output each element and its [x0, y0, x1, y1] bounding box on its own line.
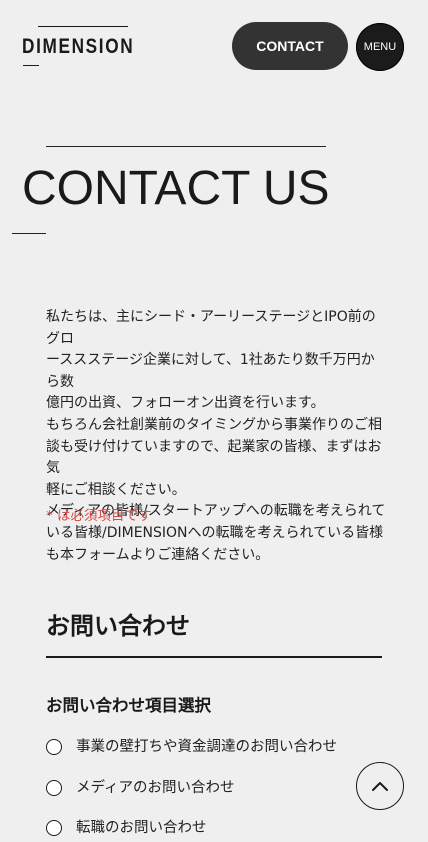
- radio-option-label: 転職のお問い合わせ: [76, 820, 207, 836]
- radio-option-label: メディアのお問い合わせ: [76, 780, 235, 796]
- radio-option-label: 事業の壁打ちや資金調達のお問い合わせ: [76, 739, 337, 755]
- required-note: * は必須項目です: [46, 508, 152, 524]
- inquiry-type-label: お問い合わせ項目選択: [46, 696, 211, 715]
- intro-text: 私たちは、主にシード・アーリーステージとIPO前のグロ ーススステージ企業に対し…: [46, 307, 386, 566]
- menu-button[interactable]: MENU: [356, 23, 404, 71]
- intro-line: 私たちは、主にシード・アーリーステージとIPO前のグロ: [46, 309, 376, 347]
- intro-line: もちろん会社創業前のタイミングから事業作りのご相: [46, 416, 382, 433]
- page-title: CONTACT US: [22, 162, 330, 215]
- intro-line: いる皆様/DIMENSIONへの転職を考えられている皆様: [46, 524, 384, 541]
- radio-circle[interactable]: [46, 780, 62, 796]
- intro-line: 談も受け付けていますので、起業家の皆様、まずはお気: [46, 438, 382, 477]
- logo-line-bottom: [23, 65, 39, 66]
- title-divider-bottom: [12, 233, 46, 234]
- radio-option-career[interactable]: 転職のお問い合わせ: [46, 814, 207, 842]
- radio-option-media[interactable]: メディアのお問い合わせ: [46, 774, 234, 802]
- contact-button-label: CONTACT: [256, 38, 324, 54]
- menu-button-label: MENU: [363, 41, 397, 53]
- intro-line: 軽にご相談ください。: [46, 481, 186, 498]
- chevron-up-icon: [372, 782, 388, 791]
- title-divider-top: [46, 146, 326, 147]
- radio-option-business[interactable]: 事業の壁打ちや資金調達のお問い合わせ: [46, 733, 337, 761]
- intro-line: ーススステージ企業に対して、1社あたり数千万円から数: [46, 352, 375, 390]
- section-divider: [46, 656, 382, 658]
- back-to-top-button[interactable]: [356, 762, 404, 810]
- intro-line: 億円の出資、フォローオン出資を行います。: [46, 395, 325, 412]
- logo-text: DIMENSION: [22, 35, 135, 58]
- logo[interactable]: DIMENSION: [22, 26, 133, 68]
- section-heading: お問い合わせ: [46, 612, 190, 640]
- contact-button[interactable]: CONTACT: [232, 22, 348, 70]
- intro-line: も本フォームよりご連絡ください。: [46, 546, 270, 563]
- logo-line-top: [38, 26, 128, 27]
- radio-circle[interactable]: [46, 739, 62, 755]
